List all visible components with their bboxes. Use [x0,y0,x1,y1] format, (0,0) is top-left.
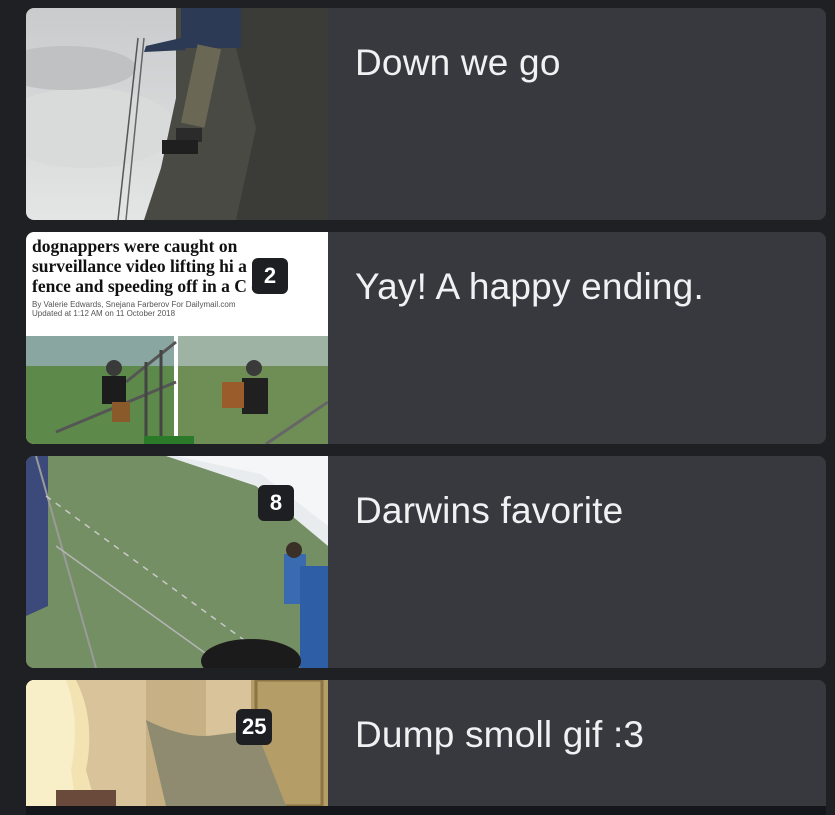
post-card[interactable]: Down we go [26,8,826,220]
post-card[interactable]: dognappers were caught on surveillance v… [26,232,826,444]
post-thumbnail[interactable]: dognappers were caught on surveillance v… [26,232,328,444]
post-title[interactable]: Darwins favorite [355,490,623,532]
image-count-badge: 8 [258,485,294,521]
post-thumbnail[interactable]: 8 [26,456,328,668]
post-title[interactable]: Yay! A happy ending. [355,266,704,308]
post-title[interactable]: Dump smoll gif :3 [355,714,644,756]
post-thumbnail[interactable]: 25 [26,680,328,806]
thumbnail-updated: Updated at 1:12 AM on 11 October 2018 [32,309,176,318]
bottom-edge [26,806,826,815]
image-count-badge: 25 [236,709,273,745]
post-feed: Down we go dognappers were caught on sur… [0,0,835,815]
thumbnail-byline: By Valerie Edwards, Snejana Farberov For… [32,300,236,309]
post-card[interactable]: 8 Darwins favorite [26,456,826,668]
post-card[interactable]: 25 Dump smoll gif :3 [26,680,826,806]
post-title[interactable]: Down we go [355,42,561,84]
post-thumbnail[interactable] [26,8,328,220]
image-count-badge: 2 [252,258,288,294]
